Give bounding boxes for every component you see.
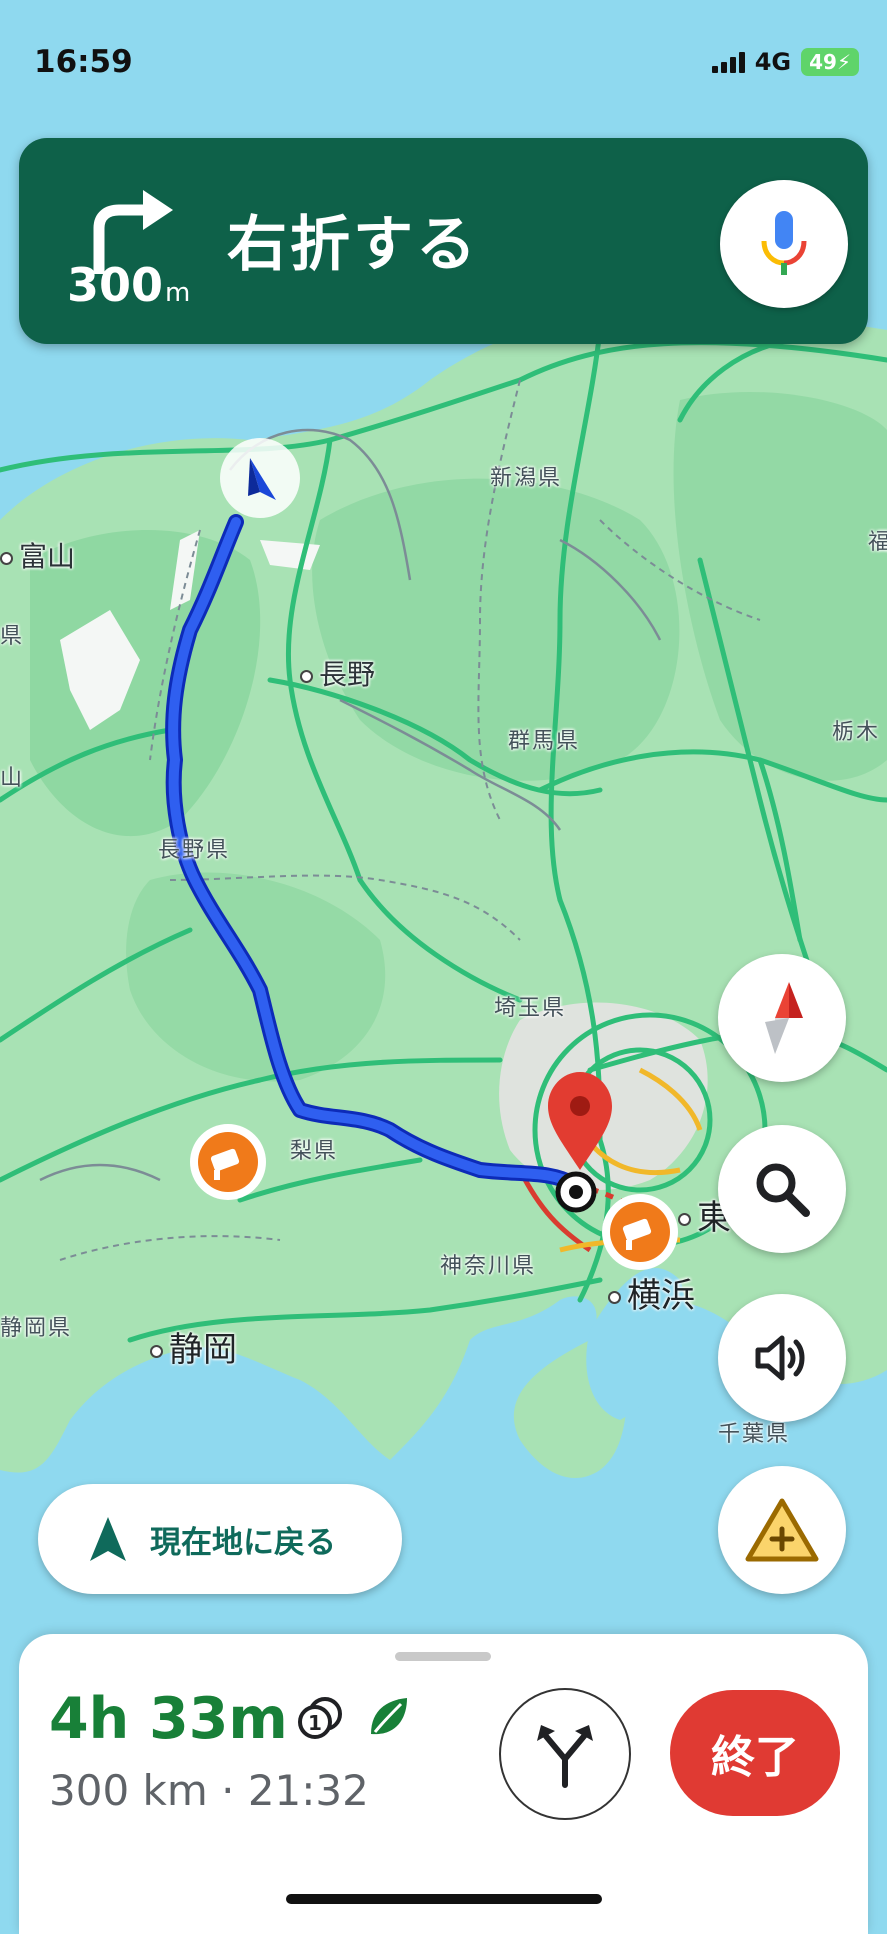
map-label-niigata-pref: 新潟県: [490, 466, 563, 491]
svg-text:1: 1: [308, 1711, 322, 1735]
sheet-drag-handle[interactable]: [395, 1652, 491, 1661]
compass-button[interactable]: [718, 954, 846, 1082]
map-label-shizuoka: 静岡: [150, 1322, 237, 1371]
map-label-fuku: 福: [868, 530, 887, 555]
sound-button[interactable]: [718, 1294, 846, 1422]
voice-search-button[interactable]: [720, 180, 848, 308]
trip-badges: 1: [297, 1694, 411, 1740]
eco-leaf-icon: [371, 1698, 407, 1735]
current-location-icon: [220, 438, 300, 518]
maneuver-distance: 300m: [67, 258, 190, 312]
map-label-edge-san: 山: [0, 766, 25, 791]
status-time: 16:59: [34, 44, 133, 80]
map-label-toyama: 富山: [0, 535, 75, 575]
navigation-arrow-icon: [90, 1517, 126, 1561]
speed-camera-icon: [602, 1194, 678, 1270]
recenter-button[interactable]: 現在地に戻る: [38, 1484, 402, 1594]
distance-unit: m: [165, 278, 191, 308]
alternate-routes-icon: [537, 1725, 593, 1788]
search-button[interactable]: [718, 1125, 846, 1253]
map-label-edge-ken: 県: [0, 624, 25, 649]
city-dot-icon: [678, 1213, 691, 1226]
speaker-icon: [755, 1335, 805, 1381]
map-label-yamanashi-pref: 梨県: [290, 1139, 339, 1164]
recenter-label: 現在地に戻る: [150, 1524, 336, 1561]
trip-details: 300 km · 21:32: [49, 1766, 369, 1815]
map-label-nagano: 長野: [300, 653, 375, 693]
map-label-saitama-pref: 埼玉県: [494, 996, 567, 1021]
battery-icon: 49⚡: [801, 48, 859, 76]
status-bar: 16:59 4G 49⚡: [0, 0, 887, 120]
trip-duration: 4h 33m: [49, 1686, 288, 1752]
map-label-tochigi: 栃木: [832, 720, 881, 745]
report-incident-button[interactable]: [718, 1466, 846, 1594]
map-label-shizuoka-pref: 静岡県: [0, 1316, 73, 1341]
city-dot-icon: [0, 551, 13, 565]
arrival-time: 21:32: [247, 1766, 369, 1815]
speed-camera-icon: [190, 1124, 266, 1200]
alternate-routes-button[interactable]: [499, 1688, 631, 1820]
add-report-icon: [745, 1498, 819, 1562]
charging-bolt-icon: ⚡: [836, 50, 851, 74]
direction-banner[interactable]: 300m 右折する: [19, 138, 868, 344]
city-dot-icon: [300, 669, 313, 683]
battery-level: 49: [809, 50, 837, 74]
compass-icon: [765, 982, 803, 1054]
city-dot-icon: [150, 1345, 163, 1358]
map-label-yokohama: 横浜: [608, 1268, 695, 1317]
microphone-icon: [761, 211, 807, 275]
toll-icon: 1: [298, 1697, 342, 1739]
home-indicator[interactable]: [286, 1894, 602, 1904]
map-label-kanagawa-pref: 神奈川県: [440, 1254, 537, 1279]
end-navigation-button[interactable]: 終了: [670, 1690, 840, 1816]
maneuver-instruction: 右折する: [227, 210, 479, 280]
distance-value: 300: [67, 258, 164, 312]
map-label-gunma-pref: 群馬県: [508, 729, 581, 754]
map-label-nagano-pref: 長野県: [158, 838, 231, 863]
search-icon: [756, 1163, 810, 1217]
trip-summary-sheet[interactable]: 4h 33m 1 300 km · 21:32 終了: [19, 1634, 868, 1934]
trip-distance: 300 km: [49, 1766, 208, 1815]
trip-separator: ·: [207, 1766, 248, 1815]
network-type: 4G: [754, 48, 792, 76]
city-dot-icon: [608, 1291, 621, 1304]
signal-icon: [711, 51, 745, 73]
